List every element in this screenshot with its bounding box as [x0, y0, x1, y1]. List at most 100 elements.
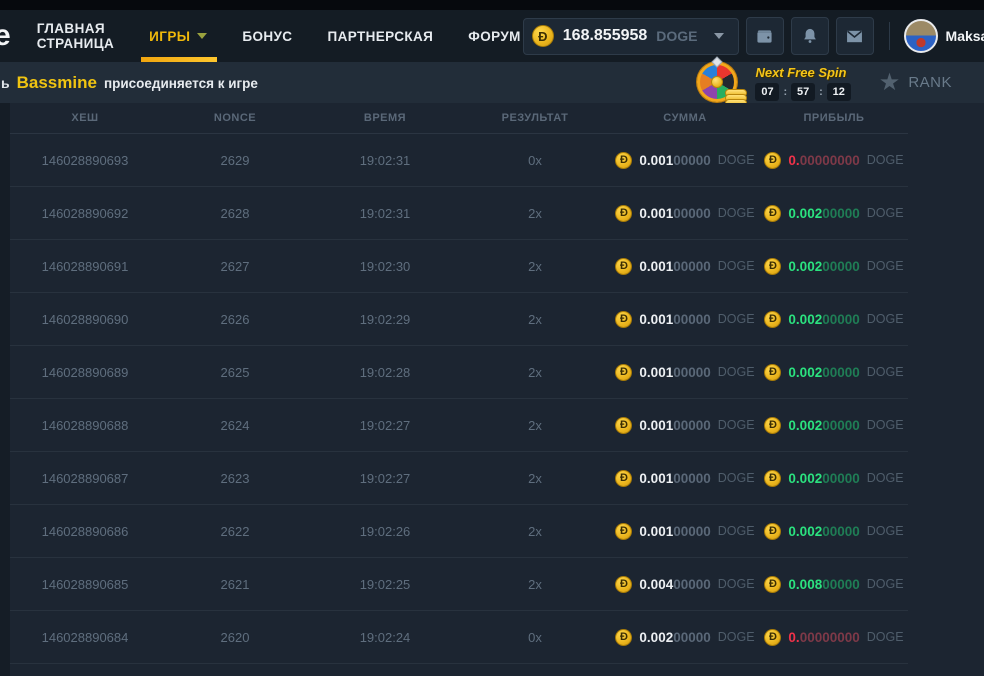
- cell-hash: 146028890692: [10, 206, 160, 221]
- balance-dropdown[interactable]: Đ 168.855958 DOGE: [523, 18, 739, 55]
- cell-result: 2x: [460, 471, 610, 486]
- chevron-down-icon: [714, 33, 724, 39]
- cell-result: 2x: [460, 206, 610, 221]
- cell-hash: 146028890686: [10, 524, 160, 539]
- ticker-action-text: присоединяется к игре: [104, 76, 258, 91]
- cell-profit: Đ 0.00200000 DOGE: [760, 417, 908, 434]
- nav-item-games[interactable]: ИГРЫ: [147, 10, 209, 62]
- cell-nonce: 2623: [160, 471, 310, 486]
- cell-result: 2x: [460, 259, 610, 274]
- cell-time: 19:02:24: [310, 630, 460, 645]
- mail-icon: [844, 26, 865, 47]
- cell-result: 2x: [460, 577, 610, 592]
- cell-result: 2x: [460, 418, 610, 433]
- bell-icon: [800, 26, 820, 46]
- messages-button[interactable]: [836, 17, 874, 55]
- cell-bet-amount: Đ 0.00100000 DOGE: [610, 417, 760, 434]
- rank-widget[interactable]: ★ RANK: [879, 71, 952, 95]
- navbar-divider: [889, 22, 890, 50]
- cell-result: 2x: [460, 524, 610, 539]
- chevron-down-icon: [197, 33, 207, 39]
- cell-time: 19:02:27: [310, 418, 460, 433]
- ticker-prefix: ь: [1, 75, 10, 91]
- nav-item-forum[interactable]: ФОРУМ: [466, 10, 523, 62]
- cell-time: 19:02:29: [310, 312, 460, 327]
- cell-profit: Đ 0.00200000 DOGE: [760, 258, 908, 275]
- nav-item-affiliate[interactable]: ПАРТНЕРСКАЯ: [325, 10, 435, 62]
- nav-item-home[interactable]: ГЛАВНАЯ СТРАНИЦА: [35, 10, 116, 62]
- doge-coin-icon: Đ: [615, 629, 632, 646]
- cell-nonce: 2624: [160, 418, 310, 433]
- table-header-row: ХЕШ NONCE ВРЕМЯ РЕЗУЛЬТАТ СУММА ПРИБЫЛЬ: [10, 103, 908, 134]
- cell-profit: Đ 0.00200000 DOGE: [760, 205, 908, 222]
- site-logo[interactable]: e: [0, 21, 11, 51]
- doge-coin-icon: Đ: [764, 152, 781, 169]
- table-row: 146028890693 2629 19:02:31 0x Đ 0.001000…: [10, 134, 908, 187]
- header-hash: ХЕШ: [10, 112, 160, 124]
- cell-time: 19:02:28: [310, 365, 460, 380]
- cell-nonce: 2628: [160, 206, 310, 221]
- free-spin-title: Next Free Spin: [755, 65, 850, 80]
- cell-bet-amount: Đ 0.00100000 DOGE: [610, 311, 760, 328]
- ticker-message: ь Bassmine присоединяется к игре: [1, 73, 258, 93]
- table-body: 146028890693 2629 19:02:31 0x Đ 0.001000…: [10, 134, 908, 664]
- header-time: ВРЕМЯ: [310, 112, 460, 124]
- user-avatar[interactable]: [904, 19, 938, 53]
- wallet-button[interactable]: [746, 17, 784, 55]
- balance-currency: DOGE: [656, 28, 697, 44]
- nav-item-bonus[interactable]: БОНУС: [240, 10, 294, 62]
- doge-coin-icon: Đ: [615, 417, 632, 434]
- cell-profit: Đ 0.00200000 DOGE: [760, 364, 908, 381]
- free-spin-widget[interactable]: Next Free Spin 07 : 57 : 12: [697, 61, 850, 105]
- cell-bet-amount: Đ 0.00200000 DOGE: [610, 629, 760, 646]
- table-row: 146028890691 2627 19:02:30 2x Đ 0.001000…: [10, 240, 908, 293]
- username[interactable]: MaksatM: [946, 28, 984, 44]
- doge-coin-icon: Đ: [764, 523, 781, 540]
- cell-result: 2x: [460, 365, 610, 380]
- cell-bet-amount: Đ 0.00100000 DOGE: [610, 523, 760, 540]
- left-edge-strip: [0, 103, 10, 676]
- spin-wheel-icon: [697, 61, 747, 105]
- notifications-button[interactable]: [791, 17, 829, 55]
- cell-result: 0x: [460, 630, 610, 645]
- cell-bet-amount: Đ 0.00400000 DOGE: [610, 576, 760, 593]
- table-row: 146028890684 2620 19:02:24 0x Đ 0.002000…: [10, 611, 908, 664]
- header-result: РЕЗУЛЬТАТ: [460, 112, 610, 124]
- header-nonce: NONCE: [160, 112, 310, 124]
- doge-coin-icon: Đ: [532, 25, 554, 47]
- doge-coin-icon: Đ: [615, 311, 632, 328]
- table-row: 146028890685 2621 19:02:25 2x Đ 0.004000…: [10, 558, 908, 611]
- cell-profit: Đ 0.00000000 DOGE: [760, 152, 908, 169]
- nav-menu: ГЛАВНАЯ СТРАНИЦА ИГРЫ БОНУС ПАРТНЕРСКАЯ …: [35, 10, 523, 62]
- cell-time: 19:02:30: [310, 259, 460, 274]
- header-amount: СУММА: [610, 112, 760, 124]
- bet-history-table: ХЕШ NONCE ВРЕМЯ РЕЗУЛЬТАТ СУММА ПРИБЫЛЬ …: [10, 103, 908, 664]
- doge-coin-icon: Đ: [615, 205, 632, 222]
- table-row: 146028890686 2622 19:02:26 2x Đ 0.001000…: [10, 505, 908, 558]
- free-spin-timer: 07 : 57 : 12: [755, 83, 850, 101]
- cell-nonce: 2620: [160, 630, 310, 645]
- doge-coin-icon: Đ: [764, 258, 781, 275]
- cell-bet-amount: Đ 0.00100000 DOGE: [610, 258, 760, 275]
- timer-minutes: 57: [791, 83, 815, 101]
- navbar-right: Đ 168.855958 DOGE MaksatM: [523, 17, 984, 55]
- doge-coin-icon: Đ: [764, 629, 781, 646]
- cell-profit: Đ 0.00200000 DOGE: [760, 523, 908, 540]
- cell-result: 0x: [460, 153, 610, 168]
- doge-coin-icon: Đ: [764, 470, 781, 487]
- cell-time: 19:02:25: [310, 577, 460, 592]
- doge-coin-icon: Đ: [615, 576, 632, 593]
- cell-bet-amount: Đ 0.00100000 DOGE: [610, 364, 760, 381]
- cell-hash: 146028890687: [10, 471, 160, 486]
- cell-hash: 146028890689: [10, 365, 160, 380]
- ticker-player-name: Bassmine: [17, 73, 97, 93]
- cell-nonce: 2626: [160, 312, 310, 327]
- doge-coin-icon: Đ: [615, 152, 632, 169]
- timer-hours: 07: [755, 83, 779, 101]
- cell-time: 19:02:31: [310, 153, 460, 168]
- cell-hash: 146028890688: [10, 418, 160, 433]
- wallet-icon: [754, 26, 775, 47]
- activity-ticker-bar: ь Bassmine присоединяется к игре Next Fr…: [0, 62, 984, 103]
- cell-hash: 146028890684: [10, 630, 160, 645]
- doge-coin-icon: Đ: [764, 417, 781, 434]
